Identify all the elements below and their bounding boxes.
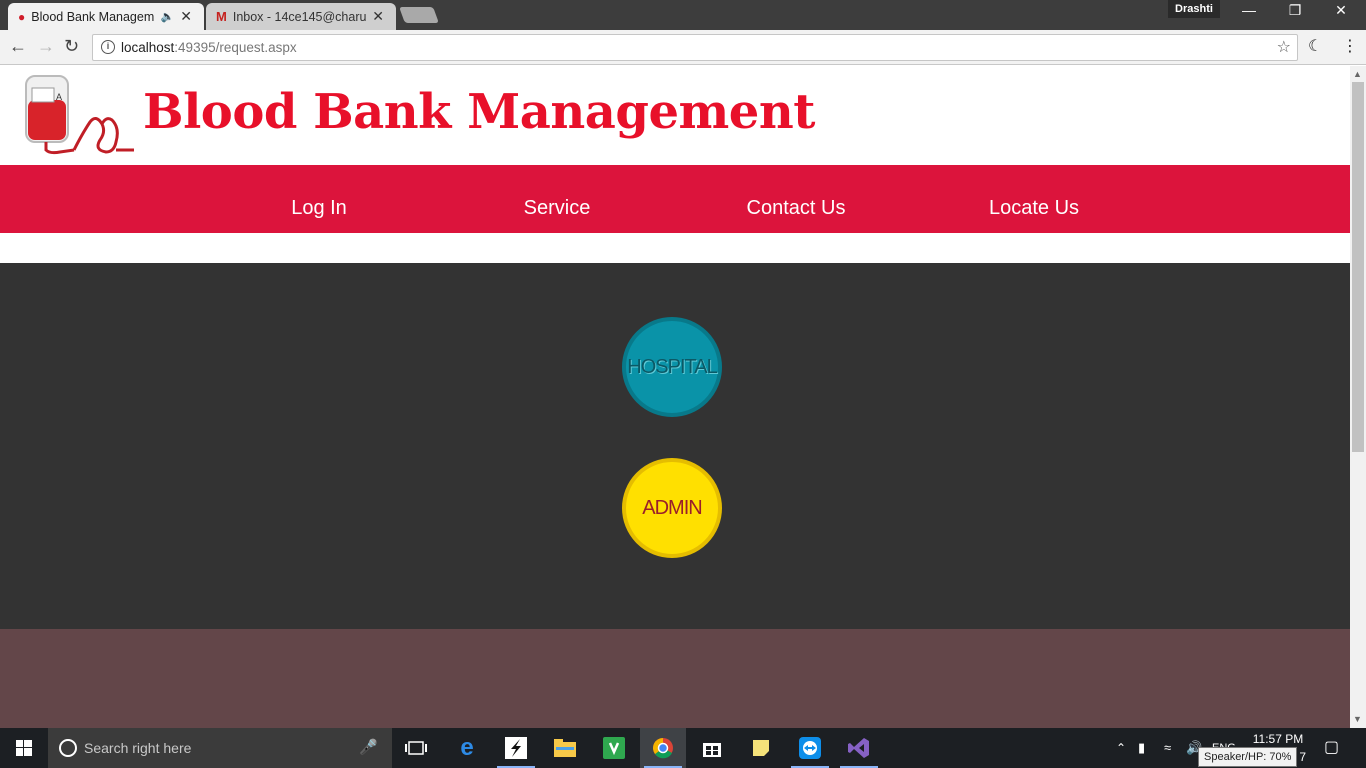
svg-text:A: A xyxy=(56,92,62,102)
battery-icon[interactable]: ▮ xyxy=(1138,728,1145,768)
page-viewport: A Blood Bank Management Log In Service C… xyxy=(0,66,1350,728)
reload-icon[interactable]: ↻ xyxy=(64,36,79,57)
teamviewer-icon[interactable] xyxy=(787,728,833,768)
site-footer xyxy=(0,629,1350,728)
admin-button[interactable]: ADMIN xyxy=(622,458,722,558)
nav-locate-us[interactable]: Locate Us xyxy=(989,165,1079,233)
forward-icon[interactable]: → xyxy=(37,36,55,57)
scroll-up-icon[interactable]: ▲ xyxy=(1353,69,1362,79)
main-nav: Log In Service Contact Us Locate Us xyxy=(0,165,1350,233)
network-icon[interactable]: ≈ xyxy=(1164,728,1171,768)
chrome-icon[interactable] xyxy=(640,728,686,768)
action-center-icon[interactable]: ▢ xyxy=(1324,728,1339,768)
url-path: :49395/request.aspx xyxy=(174,40,297,55)
show-hidden-icons-icon[interactable]: ⌃ xyxy=(1116,728,1126,768)
close-tab-icon[interactable]: ✕ xyxy=(180,8,192,25)
tab-blood-bank[interactable]: ● Blood Bank Managem 🔈 ✕ xyxy=(8,3,204,30)
search-placeholder: Search right here xyxy=(84,740,192,756)
bookmark-star-icon[interactable]: ☆ xyxy=(1277,35,1291,60)
info-icon[interactable]: i xyxy=(101,40,115,54)
address-bar[interactable]: i localhost:49395/request.aspx ☆ xyxy=(92,34,1298,61)
cortana-icon xyxy=(59,739,77,757)
extension-icon[interactable]: ☾ xyxy=(1308,36,1322,56)
menu-icon[interactable]: ⋮ xyxy=(1342,36,1358,56)
scroll-thumb[interactable] xyxy=(1352,82,1364,452)
browser-tabstrip: ● Blood Bank Managem 🔈 ✕ M Inbox - 14ce1… xyxy=(0,0,1366,30)
windows-taskbar: Search right here 🎤 e ⌃ ▮ ≈ 🔊 ENG 11:57 … xyxy=(0,728,1366,768)
nav-service[interactable]: Service xyxy=(524,165,591,233)
close-tab-icon[interactable]: ✕ xyxy=(372,8,384,25)
speaker-icon[interactable]: 🔈 xyxy=(161,10,175,23)
scroll-down-icon[interactable]: ▼ xyxy=(1353,714,1362,724)
blood-bag-logo-icon: A xyxy=(25,75,134,155)
tab-title: Inbox - 14ce145@charus xyxy=(232,9,367,24)
page-scrollbar[interactable]: ▲ ▼ xyxy=(1350,66,1366,728)
browser-toolbar: ← → ↻ i localhost:49395/request.aspx ☆ ☾… xyxy=(0,30,1366,65)
role-selection-section: HOSPITAL ADMIN xyxy=(0,263,1350,629)
task-view-icon[interactable] xyxy=(393,728,439,768)
blood-drop-favicon-icon: ● xyxy=(18,9,26,24)
android-app-icon[interactable] xyxy=(591,728,637,768)
app-icon[interactable] xyxy=(493,728,539,768)
site-header: A Blood Bank Management xyxy=(0,66,1350,165)
nav-contact-us[interactable]: Contact Us xyxy=(747,165,846,233)
minimize-icon[interactable]: — xyxy=(1226,2,1272,18)
clock-time: 11:57 PM xyxy=(1252,732,1304,746)
window-close-icon[interactable]: ✕ xyxy=(1318,2,1364,19)
hospital-button[interactable]: HOSPITAL xyxy=(622,317,722,417)
windows-start-icon[interactable] xyxy=(0,728,48,768)
visual-studio-icon[interactable] xyxy=(836,728,882,768)
microphone-icon[interactable]: 🎤 xyxy=(359,728,378,768)
taskbar-search[interactable]: Search right here 🎤 xyxy=(48,728,392,768)
tab-title: Blood Bank Managem xyxy=(31,9,155,24)
restore-icon[interactable]: ❐ xyxy=(1272,2,1318,19)
new-tab-button[interactable] xyxy=(399,7,439,23)
nav-login[interactable]: Log In xyxy=(291,165,347,233)
back-icon[interactable]: ← xyxy=(9,36,27,57)
file-explorer-icon[interactable] xyxy=(542,728,588,768)
edge-icon[interactable]: e xyxy=(444,728,490,768)
volume-tooltip: Speaker/HP: 70% xyxy=(1198,747,1298,767)
sticky-notes-icon[interactable] xyxy=(738,728,784,768)
profile-name[interactable]: Drashti xyxy=(1168,0,1220,18)
site-title: Blood Bank Management xyxy=(143,84,815,140)
gmail-favicon-icon: M xyxy=(216,9,227,24)
url-host: localhost xyxy=(121,40,175,55)
store-icon[interactable] xyxy=(689,728,735,768)
tab-gmail-inbox[interactable]: M Inbox - 14ce145@charus ✕ xyxy=(206,3,396,30)
